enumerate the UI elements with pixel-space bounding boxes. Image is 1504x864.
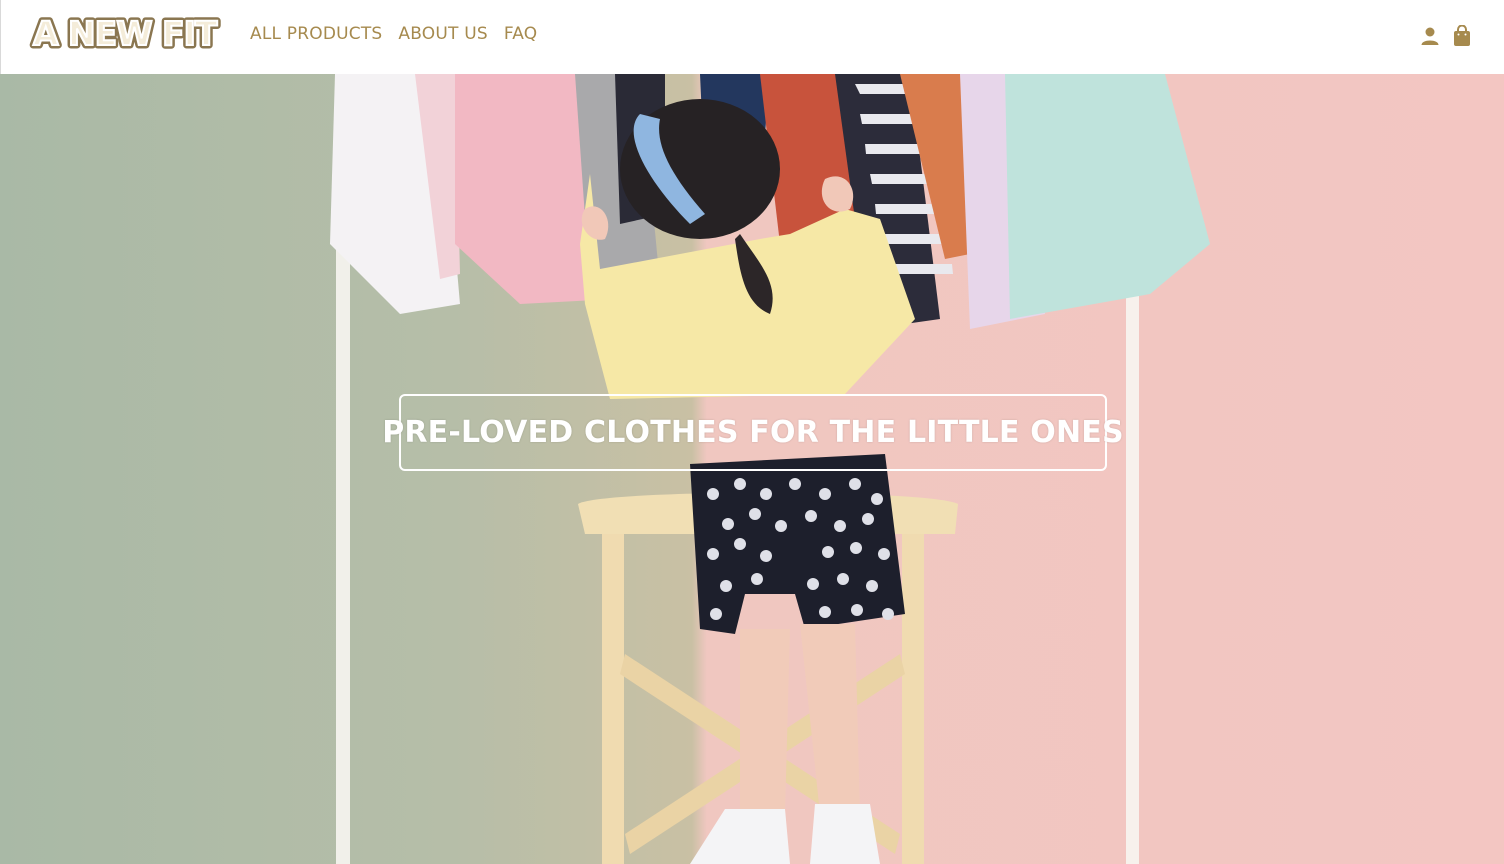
hero-title-box: PRE-LOVED CLOTHES FOR THE LITTLE ONES — [382, 394, 1124, 471]
user-icon[interactable] — [1420, 25, 1440, 47]
hero-banner: PRE-LOVED CLOTHES FOR THE LITTLE ONES — [0, 74, 1504, 864]
svg-text:A NEW FIT: A NEW FIT — [33, 14, 218, 52]
nav-about-us[interactable]: ABOUT US — [398, 24, 487, 44]
hero-title: PRE-LOVED CLOTHES FOR THE LITTLE ONES — [382, 415, 1124, 450]
nav-faq[interactable]: FAQ — [504, 24, 538, 44]
shopping-bag-icon[interactable] — [1452, 24, 1472, 47]
header-actions — [1420, 24, 1472, 47]
nav-all-products[interactable]: ALL PRODUCTS — [250, 24, 382, 44]
main-nav: ALL PRODUCTS ABOUT US FAQ — [250, 24, 537, 44]
site-header: A NEW FIT A NEW FIT ALL PRODUCTS ABOUT U… — [0, 0, 1504, 74]
brand-logo[interactable]: A NEW FIT A NEW FIT — [29, 11, 223, 57]
